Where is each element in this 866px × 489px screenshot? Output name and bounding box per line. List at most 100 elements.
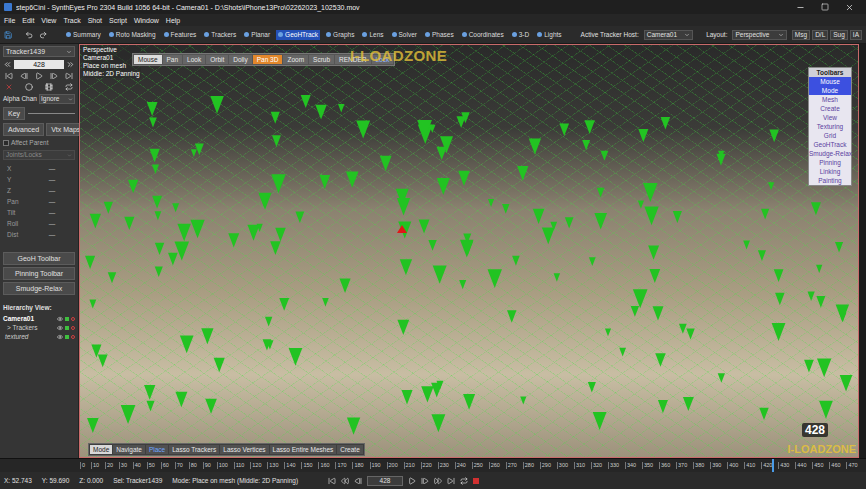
menu-item[interactable]: Window bbox=[134, 16, 159, 25]
mouse-mode-button[interactable]: Mouse bbox=[134, 55, 162, 64]
tracker-marker-icon[interactable] bbox=[460, 240, 474, 258]
room-tab[interactable]: Graphs bbox=[324, 30, 356, 40]
hierarchy-item[interactable]: Camera01 bbox=[3, 315, 75, 323]
tracker-marker-icon[interactable] bbox=[686, 329, 694, 340]
hierarchy-item[interactable]: textured bbox=[3, 333, 75, 341]
tracker-marker-icon[interactable] bbox=[631, 306, 639, 317]
room-tab[interactable]: Phases bbox=[423, 30, 456, 40]
fast-forward-icon[interactable] bbox=[434, 477, 442, 485]
tracker-marker-icon[interactable] bbox=[463, 394, 475, 410]
tracker-marker-icon[interactable] bbox=[811, 202, 821, 215]
room-tab[interactable]: Solver bbox=[390, 30, 419, 40]
toolbars-item[interactable]: Mesh bbox=[809, 95, 851, 104]
menu-item[interactable]: File bbox=[4, 16, 15, 25]
tracker-marker-icon[interactable] bbox=[258, 193, 271, 210]
room-tab[interactable]: Features bbox=[162, 30, 199, 40]
tracker-marker-icon[interactable] bbox=[397, 320, 409, 335]
visibility-icon[interactable] bbox=[57, 316, 63, 322]
tracker-marker-icon[interactable] bbox=[836, 305, 849, 323]
tracker-marker-icon[interactable] bbox=[433, 265, 447, 283]
field-value[interactable]: — bbox=[29, 220, 75, 228]
step-forward-icon[interactable] bbox=[50, 72, 58, 80]
field-value[interactable]: — bbox=[29, 198, 75, 206]
tracker-marker-icon[interactable] bbox=[533, 209, 545, 224]
tracker-marker-icon[interactable] bbox=[279, 298, 289, 311]
mouse-mode-button[interactable]: Look bbox=[183, 55, 205, 64]
tracker-marker-icon[interactable] bbox=[542, 228, 555, 245]
room-tab[interactable]: Lens bbox=[360, 30, 385, 40]
panel-button[interactable]: IA bbox=[850, 30, 862, 40]
tracker-marker-icon[interactable] bbox=[319, 175, 330, 189]
tracker-marker-icon[interactable] bbox=[582, 140, 590, 150]
prev-key-icon[interactable] bbox=[3, 60, 12, 69]
tracker-marker-icon[interactable] bbox=[347, 418, 360, 435]
undo-icon[interactable] bbox=[25, 30, 33, 40]
timeline[interactable]: 0102030405060708090100110120130140150160… bbox=[0, 458, 866, 472]
tracker-marker-icon[interactable] bbox=[271, 174, 286, 193]
mouse-mode-button[interactable]: Zoom bbox=[283, 55, 308, 64]
tracker-marker-icon[interactable] bbox=[431, 414, 445, 432]
tracker-marker-icon[interactable] bbox=[638, 201, 644, 209]
room-tab[interactable]: Trackers bbox=[202, 30, 238, 40]
tracker-marker-icon[interactable] bbox=[584, 120, 594, 134]
tracker-marker-icon[interactable] bbox=[517, 166, 528, 181]
tracker-marker-icon[interactable] bbox=[149, 149, 159, 162]
tracker-marker-icon[interactable] bbox=[85, 256, 95, 269]
tracker-marker-icon[interactable] bbox=[322, 298, 329, 307]
toolbars-item[interactable]: Painting bbox=[809, 176, 851, 185]
tracker-marker-icon[interactable] bbox=[210, 96, 224, 114]
step-forward-icon[interactable] bbox=[421, 477, 429, 485]
tracker-marker-icon[interactable] bbox=[772, 323, 786, 341]
tracker-marker-icon[interactable] bbox=[594, 213, 607, 229]
viewport[interactable]: PerspectiveCamera01Place on meshMiddle: … bbox=[79, 44, 859, 458]
tracker-marker-icon[interactable] bbox=[214, 358, 225, 373]
step-back-icon[interactable] bbox=[20, 72, 28, 80]
tracker-marker-icon[interactable] bbox=[520, 397, 526, 405]
toolbars-item[interactable]: Pinning bbox=[809, 158, 851, 167]
tracker-marker-icon[interactable] bbox=[104, 202, 113, 214]
last-frame-icon[interactable] bbox=[65, 72, 73, 80]
mode-button[interactable]: Lasso Trackers bbox=[169, 445, 219, 454]
first-frame-icon[interactable] bbox=[328, 477, 336, 485]
menu-item[interactable]: Script bbox=[109, 16, 127, 25]
play-icon[interactable] bbox=[35, 72, 43, 80]
toolbars-item[interactable]: Linking bbox=[809, 167, 851, 176]
loop-icon[interactable] bbox=[460, 477, 468, 485]
field-value[interactable]: — bbox=[29, 165, 75, 173]
field-value[interactable]: — bbox=[29, 209, 75, 217]
tracker-marker-icon[interactable] bbox=[507, 310, 517, 322]
tracker-marker-icon[interactable] bbox=[458, 171, 470, 186]
tracker-marker-icon[interactable] bbox=[201, 328, 213, 344]
tracker-marker-icon[interactable] bbox=[804, 360, 814, 373]
tracker-marker-icon[interactable] bbox=[437, 178, 450, 195]
tracker-marker-icon[interactable] bbox=[759, 408, 768, 420]
tracker-marker-icon[interactable] bbox=[205, 399, 217, 414]
menu-item[interactable]: View bbox=[41, 16, 56, 25]
tracker-marker-icon[interactable] bbox=[565, 217, 574, 228]
tracker-marker-icon[interactable] bbox=[462, 241, 473, 255]
toolbars-item[interactable]: Mode bbox=[809, 86, 851, 95]
tracker-marker-icon[interactable] bbox=[816, 265, 822, 273]
mouse-mode-button[interactable]: Scrub bbox=[309, 55, 334, 64]
tracker-marker-icon[interactable] bbox=[338, 104, 345, 113]
tracker-marker-icon[interactable] bbox=[257, 224, 263, 232]
tracker-marker-icon[interactable] bbox=[155, 266, 163, 277]
tracker-marker-icon[interactable] bbox=[559, 123, 569, 136]
toolbars-item[interactable]: View bbox=[809, 113, 851, 122]
tracker-marker-icon[interactable] bbox=[289, 348, 303, 366]
tracker-marker-icon[interactable] bbox=[437, 147, 447, 160]
tracker-marker-icon[interactable] bbox=[121, 405, 136, 424]
tracker-marker-icon[interactable] bbox=[816, 296, 825, 308]
toolbars-item[interactable]: GeoHTrack bbox=[809, 140, 851, 149]
mode-button[interactable]: Place bbox=[146, 445, 168, 454]
tracker-marker-icon[interactable] bbox=[155, 211, 162, 220]
panel-button[interactable]: Msg bbox=[792, 30, 810, 40]
mouse-mode-button[interactable]: Pan bbox=[163, 55, 183, 64]
tracker-marker-icon[interactable] bbox=[716, 154, 725, 166]
tracker-marker-icon[interactable] bbox=[673, 211, 682, 223]
film-icon[interactable] bbox=[45, 83, 53, 91]
toolbar-button[interactable]: Smudge-Relax bbox=[3, 282, 75, 295]
tracker-marker-icon[interactable] bbox=[124, 217, 134, 230]
tracker-marker-icon[interactable] bbox=[529, 139, 541, 155]
tracker-marker-icon[interactable] bbox=[168, 253, 178, 266]
